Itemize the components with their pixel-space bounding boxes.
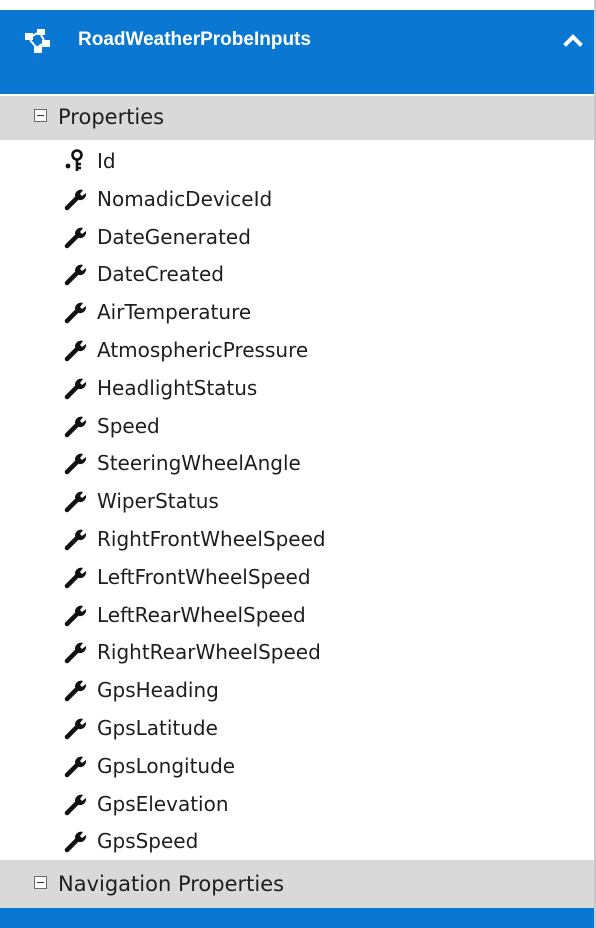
collapse-toggle-icon[interactable]	[34, 876, 47, 889]
property-item[interactable]: WiperStatus	[0, 482, 594, 520]
wrench-icon	[64, 605, 87, 626]
property-item[interactable]: NomadicDeviceId	[0, 180, 594, 218]
properties-section-label: Properties	[58, 105, 165, 129]
property-label: RightFrontWheelSpeed	[97, 527, 326, 551]
wrench-icon	[64, 718, 87, 740]
property-item[interactable]: RightFrontWheelSpeed	[0, 520, 594, 558]
wrench-icon	[64, 567, 87, 589]
property-label: DateCreated	[97, 262, 224, 287]
property-label: RightRearWheelSpeed	[97, 640, 321, 665]
property-label: SteeringWheelAngle	[97, 451, 301, 476]
property-label: GpsElevation	[97, 791, 229, 816]
property-item[interactable]: HeadlightStatus	[0, 369, 594, 407]
entity-footer-bar	[0, 908, 594, 928]
wrench-icon	[64, 265, 87, 286]
property-item[interactable]: DateCreated	[0, 255, 594, 293]
property-item[interactable]: DateGenerated	[0, 218, 594, 256]
property-item[interactable]: LeftRearWheelSpeed	[0, 596, 594, 634]
wrench-icon	[64, 340, 87, 362]
wrench-icon	[64, 416, 87, 437]
wrench-icon	[64, 189, 87, 211]
property-list: Id NomadicDeviceId DateGenerated DateCreate…	[0, 140, 594, 860]
property-item[interactable]: Speed	[0, 407, 594, 445]
navigation-properties-section-label: Navigation Properties	[58, 872, 285, 896]
properties-section-header[interactable]: Properties	[0, 96, 594, 140]
property-label: Speed	[97, 413, 160, 438]
property-label: Id	[97, 149, 116, 173]
navigation-properties-section-header[interactable]: Navigation Properties	[0, 860, 594, 908]
property-item[interactable]: Id	[0, 142, 594, 180]
key-icon	[65, 149, 83, 171]
entity-header[interactable]: RoadWeatherProbeInputs	[0, 0, 594, 94]
wrench-icon	[64, 680, 87, 702]
property-label: LeftFrontWheelSpeed	[97, 564, 311, 589]
property-label: AtmosphericPressure	[97, 338, 309, 362]
wrench-icon	[64, 454, 87, 475]
property-item[interactable]: LeftFrontWheelSpeed	[0, 558, 594, 596]
wrench-icon	[64, 491, 87, 513]
wrench-icon	[64, 529, 87, 551]
chevron-up-icon[interactable]	[560, 28, 586, 54]
property-label: AirTemperature	[97, 300, 252, 325]
wrench-icon	[64, 756, 87, 778]
property-item[interactable]: AtmosphericPressure	[0, 331, 594, 369]
entity-type-icon	[25, 29, 50, 53]
wrench-icon	[64, 794, 87, 815]
entity-shape[interactable]: RoadWeatherProbeInputs Properties Id Noma…	[0, 0, 596, 928]
property-label: LeftRearWheelSpeed	[97, 602, 306, 627]
property-item[interactable]: AirTemperature	[0, 293, 594, 331]
property-item[interactable]: GpsLongitude	[0, 747, 594, 785]
wrench-icon	[64, 227, 87, 248]
wrench-icon	[64, 378, 87, 400]
wrench-icon	[64, 832, 87, 853]
property-item[interactable]: GpsSpeed	[0, 822, 594, 860]
property-item[interactable]: SteeringWheelAngle	[0, 444, 594, 482]
property-label: HeadlightStatus	[97, 375, 258, 400]
property-label: NomadicDeviceId	[97, 186, 273, 211]
property-label: GpsSpeed	[97, 829, 199, 854]
property-label: GpsLatitude	[97, 716, 218, 740]
property-item[interactable]: GpsHeading	[0, 671, 594, 709]
property-item[interactable]: RightRearWheelSpeed	[0, 633, 594, 671]
wrench-icon	[64, 302, 87, 324]
property-label: GpsLongitude	[97, 753, 236, 778]
property-item[interactable]: GpsElevation	[0, 785, 594, 823]
entity-title: RoadWeatherProbeInputs	[78, 29, 311, 50]
property-label: WiperStatus	[97, 489, 219, 514]
property-label: GpsHeading	[97, 678, 219, 703]
header-top-border	[0, 0, 594, 10]
property-label: DateGenerated	[97, 224, 251, 249]
property-item[interactable]: GpsLatitude	[0, 709, 594, 747]
wrench-icon	[64, 643, 87, 664]
collapse-toggle-icon[interactable]	[34, 109, 47, 122]
